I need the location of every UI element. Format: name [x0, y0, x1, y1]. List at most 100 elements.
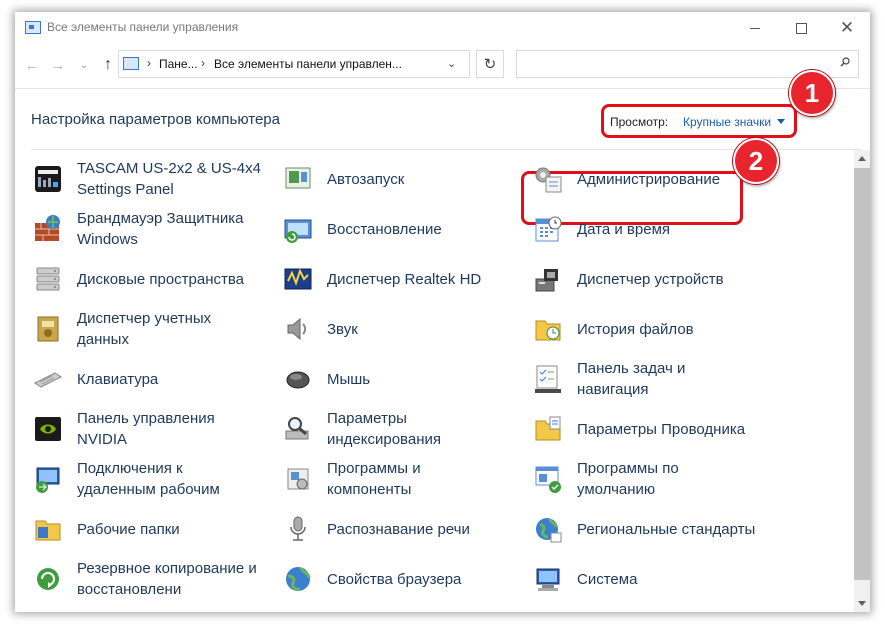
microphone-icon	[290, 516, 306, 541]
item-label: Автозапуск	[327, 169, 404, 190]
item-label-line: компоненты	[327, 481, 412, 498]
control-panel-item[interactable]: Резервное копирование и восстановлени	[32, 557, 272, 601]
item-label-line: Панель задач и	[577, 360, 686, 377]
item-label-line: Settings Panel	[77, 181, 174, 198]
control-panel-item[interactable]: Клавиатура	[32, 357, 272, 401]
explorer-options-icon	[535, 416, 561, 441]
control-panel-item[interactable]: Рабочие папки	[32, 507, 272, 551]
item-label-line: индексирования	[327, 431, 441, 448]
item-label-line: Резервное копирование и	[77, 560, 257, 577]
item-label-line: Звук	[327, 320, 358, 338]
control-panel-item[interactable]: Восстановление	[282, 207, 522, 251]
calendar-icon	[535, 216, 562, 242]
item-label-line: удаленным рабочим	[77, 481, 220, 498]
address-bar[interactable]: › Пане... › Все элементы панели управлен…	[118, 50, 470, 78]
item-label: Региональные стандарты	[577, 519, 755, 540]
recent-locations-button[interactable]: ⌄	[73, 54, 95, 76]
control-panel-item[interactable]: Параметры Проводника	[532, 407, 772, 451]
step-badge-2: 2	[733, 138, 779, 184]
item-label: Диспетчер учетных данных	[77, 308, 211, 350]
control-panel-item[interactable]: Система	[532, 557, 772, 601]
control-panel-item[interactable]: Дисковые пространства	[32, 257, 272, 301]
nvidia-icon	[35, 417, 61, 441]
refresh-button[interactable]: ↻	[476, 50, 504, 78]
breadcrumb-segment-panel[interactable]: Пане...	[159, 57, 198, 71]
breadcrumb-segment-all-items[interactable]: Все элементы панели управлен...	[214, 57, 402, 71]
mouse-icon	[286, 371, 310, 389]
control-panel-item[interactable]: TASCAM US-2x2 & US-4x4 Settings Panel	[32, 157, 272, 201]
control-panel-item[interactable]: Дата и время	[532, 207, 772, 251]
search-icon	[840, 57, 850, 67]
scroll-up-arrow-icon[interactable]	[858, 156, 866, 161]
control-panel-item[interactable]: Панель управления NVIDIA	[32, 407, 272, 451]
item-label-line: Диспетчер Realtek HD	[327, 270, 482, 288]
control-panel-item[interactable]: Программы и компоненты	[282, 457, 522, 501]
system-icon	[536, 568, 560, 591]
control-panel-item[interactable]: Диспетчер Realtek HD	[282, 257, 522, 301]
device-manager-icon	[535, 269, 558, 292]
page-title: Настройка параметров компьютера	[31, 111, 280, 128]
item-label-line: Дата и время	[577, 220, 671, 238]
item-label: Программы и компоненты	[327, 458, 421, 500]
item-label-line: Подключения к	[77, 460, 183, 477]
control-panel-item[interactable]: Диспетчер устройств	[532, 257, 772, 301]
autoplay-icon	[285, 167, 311, 189]
scrollbar-thumb[interactable]	[854, 168, 870, 580]
control-panel-item[interactable]: Подключения к удаленным рабочим	[32, 457, 272, 501]
breadcrumb-chevron-icon[interactable]: ›	[147, 56, 151, 70]
control-panel-item[interactable]: Программы по умолчанию	[532, 457, 772, 501]
item-label: Администрирование	[577, 169, 720, 190]
item-label: TASCAM US-2x2 & US-4x4 Settings Panel	[77, 158, 261, 200]
item-label: Параметры индексирования	[327, 408, 441, 450]
file-history-icon	[535, 320, 561, 341]
item-label: История файлов	[577, 319, 694, 340]
backup-icon	[37, 568, 59, 590]
close-button[interactable]: ✕	[824, 12, 870, 44]
item-label: Дисковые пространства	[77, 269, 244, 290]
control-panel-item[interactable]: Звук	[282, 307, 522, 351]
control-panel-item[interactable]: Брандмауэр Защитника Windows	[32, 207, 272, 251]
item-label-line: Распознавание речи	[327, 520, 470, 538]
address-dropdown-icon[interactable]: ⌄	[447, 57, 456, 70]
item-label-line: TASCAM US-2x2 & US-4x4	[77, 160, 261, 177]
item-label-line: восстановлени	[77, 581, 182, 598]
remote-desktop-icon	[36, 467, 60, 493]
breadcrumb-chevron-icon[interactable]: ›	[201, 56, 205, 70]
item-label-line: Параметры Проводника	[577, 420, 746, 438]
credential-icon	[37, 316, 59, 342]
control-panel-item[interactable]: Диспетчер учетных данных	[32, 307, 272, 351]
item-label-line: Панель управления	[77, 410, 215, 427]
item-label-line: Система	[577, 570, 638, 588]
minimize-button[interactable]	[732, 12, 778, 44]
item-label-line: навигация	[577, 381, 649, 398]
title-bar[interactable]: Все элементы панели управления ✕	[15, 12, 870, 44]
item-label: Параметры Проводника	[577, 419, 745, 440]
item-label-line: Восстановление	[327, 220, 442, 238]
control-panel-item[interactable]: Параметры индексирования	[282, 407, 522, 451]
view-highlight-frame	[601, 104, 797, 138]
item-label: Клавиатура	[77, 369, 158, 390]
item-label: Рабочие папки	[77, 519, 180, 540]
default-programs-icon	[535, 466, 561, 493]
control-panel-item[interactable]: Панель задач и навигация	[532, 357, 772, 401]
indexing-icon	[285, 417, 309, 440]
scroll-down-arrow-icon[interactable]	[858, 601, 866, 606]
up-button[interactable]: ↑	[97, 54, 119, 76]
item-label: Диспетчер Realtek HD	[327, 269, 481, 290]
item-label-line: Программы по	[577, 460, 679, 477]
control-panel-item[interactable]: Свойства браузера	[282, 557, 522, 601]
item-label-line: Автозапуск	[327, 170, 405, 188]
control-panel-item[interactable]: Мышь	[282, 357, 522, 401]
control-panel-item[interactable]: Распознавание речи	[282, 507, 522, 551]
item-label-line: Программы и	[327, 460, 421, 477]
control-panel-item[interactable]: Региональные стандарты	[532, 507, 772, 551]
taskbar-icon	[535, 365, 561, 393]
control-panel-item[interactable]: Автозапуск	[282, 157, 522, 201]
control-panel-item[interactable]: История файлов	[532, 307, 772, 351]
realtek-icon	[284, 268, 312, 290]
vertical-scrollbar[interactable]	[854, 150, 870, 612]
back-button[interactable]: ←	[21, 54, 43, 76]
forward-button[interactable]: →	[47, 54, 69, 76]
maximize-button[interactable]	[778, 12, 824, 44]
item-label: Брандмауэр Защитника Windows	[77, 208, 243, 250]
